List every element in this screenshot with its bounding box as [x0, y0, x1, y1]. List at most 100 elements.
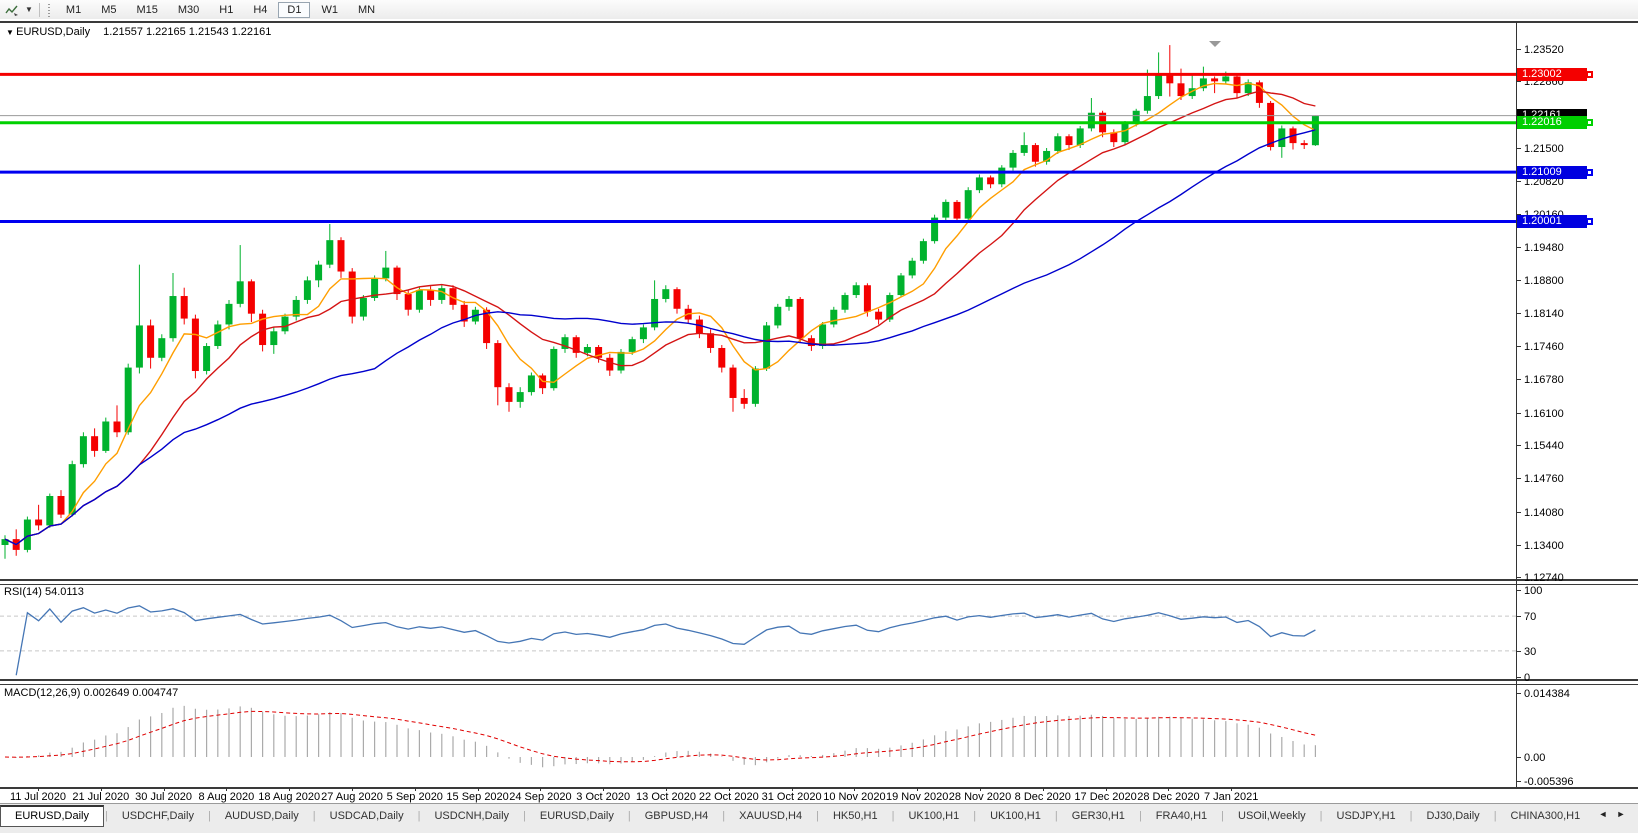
price-axis-tick — [1516, 379, 1521, 381]
price-axis-tick — [1516, 445, 1521, 447]
hline-handle[interactable] — [1586, 217, 1593, 225]
tab-usdchf-daily[interactable]: USDCHF,Daily — [109, 806, 207, 826]
timeframe-button-d1[interactable]: D1 — [278, 1, 311, 18]
timeframe-button-w1[interactable]: W1 — [312, 2, 347, 18]
date-axis-label: 8 Aug 2020 — [198, 791, 255, 803]
tab-ger30-h1[interactable]: GER30,H1 — [1059, 806, 1138, 826]
timeframe-button-m15[interactable]: M15 — [127, 2, 166, 18]
timeframe-button-m30[interactable]: M30 — [169, 2, 208, 18]
price-axis-tick — [1516, 148, 1521, 149]
chart-ohlc-values: 1.21557 1.22165 1.21543 1.22161 — [103, 26, 272, 38]
price-axis-tick — [1516, 81, 1521, 83]
timeframe-button-m1[interactable]: M1 — [57, 2, 90, 18]
trading-terminal-window: ▼ M1 M5 M15 M30 H1 H4 D1 W1 MN ▼ EURUSD,Daily 1.… — [0, 0, 1638, 833]
chart-canvas[interactable] — [0, 0, 1638, 833]
date-axis-label: 15 Sep 2020 — [446, 791, 509, 803]
price-axis-tick — [1516, 280, 1521, 282]
rsi-axis-tick — [1516, 650, 1521, 652]
date-axis-label: 21 Jul 2020 — [72, 791, 130, 803]
panel-separator — [0, 787, 1638, 789]
tab-usdcad-daily[interactable]: USDCAD,Daily — [317, 806, 417, 826]
price-axis-label: 1.19480 — [1524, 242, 1564, 254]
tab-hk50-h1[interactable]: HK50,H1 — [820, 806, 891, 826]
panel-separator — [0, 584, 1638, 585]
price-tag-1.23002: 1.23002 — [1517, 67, 1587, 81]
tab-eurusd-daily[interactable]: EURUSD,Daily — [0, 805, 104, 827]
price-axis-label: 1.23520 — [1524, 44, 1564, 56]
price-axis-tick — [1516, 181, 1521, 183]
rsi-axis-tick — [1516, 677, 1521, 678]
date-axis-label: 5 Sep 2020 — [386, 791, 443, 803]
hline-handle[interactable] — [1586, 70, 1593, 78]
price-axis-border — [1516, 22, 1517, 787]
date-axis-label: 28 Nov 2020 — [948, 791, 1012, 803]
price-axis-tick — [1516, 478, 1521, 480]
tab-eurusd-daily[interactable]: EURUSD,Daily — [527, 806, 627, 826]
macd-axis-label: -0.005396 — [1524, 776, 1574, 788]
tabs-scroll-right-icon[interactable]: ► — [1612, 804, 1630, 824]
price-axis-label: 1.16780 — [1524, 374, 1564, 387]
chart-shift-marker-icon[interactable] — [1209, 41, 1221, 47]
price-axis-label: 1.14080 — [1524, 506, 1564, 519]
tab-uk100-h1[interactable]: UK100,H1 — [977, 806, 1054, 826]
price-axis-label: 1.13400 — [1524, 540, 1564, 552]
tab-dj30-daily[interactable]: DJ30,Daily — [1414, 806, 1493, 826]
macd-axis-tick — [1516, 693, 1521, 694]
tabs-scroll-left-icon[interactable]: ◄ — [1594, 804, 1612, 824]
tab-usoil-weekly[interactable]: USOil,Weekly — [1225, 806, 1319, 826]
tab-china300-h1[interactable]: CHINA300,H1 — [1498, 806, 1594, 826]
chart-tab-bar: EURUSD,Daily | USDCHF,Daily | AUDUSD,Daily | U… — [0, 803, 1638, 833]
tool-dropdown-caret-icon[interactable]: ▼ — [22, 5, 36, 14]
price-axis-tick — [1516, 49, 1521, 50]
rsi-axis-label: 100 — [1524, 585, 1543, 597]
tab-usdcnh-daily[interactable]: USDCNH,Daily — [421, 806, 522, 826]
hline-handle[interactable] — [1586, 168, 1593, 176]
price-axis-label: 1.16100 — [1524, 407, 1564, 420]
tab-gbpusd-h4[interactable]: GBPUSD,H4 — [632, 806, 722, 826]
date-axis-label: 7 Jan 2021 — [1203, 791, 1259, 803]
price-tag-1.20001: 1.20001 — [1517, 214, 1587, 228]
price-axis-tick — [1516, 545, 1521, 546]
rsi-axis-label: 0 — [1524, 672, 1531, 684]
price-axis-tick — [1516, 577, 1521, 579]
toolbar-separator — [38, 2, 40, 17]
rsi-axis-label: 70 — [1524, 611, 1537, 624]
timeframe-button-mn[interactable]: MN — [349, 2, 384, 18]
price-tag-1.22016: 1.22016 — [1517, 116, 1587, 130]
timeframe-button-m5[interactable]: M5 — [92, 2, 125, 18]
macd-axis-tick — [1516, 781, 1521, 782]
chart-window[interactable]: ▼ EURUSD,Daily 1.21557 1.22165 1.21543 1… — [0, 19, 1638, 803]
ma-slow — [4, 129, 1316, 546]
rsi-axis-tick — [1516, 616, 1521, 618]
price-axis-label: 1.14760 — [1524, 473, 1564, 486]
rsi-axis-label: 30 — [1524, 645, 1537, 658]
ma-mid — [4, 90, 1316, 546]
chart-title: ▼ EURUSD,Daily 1.21557 1.22165 1.21543 1… — [6, 26, 271, 38]
toolbar-grip-handle[interactable] — [46, 2, 52, 17]
timeframe-button-h4[interactable]: H4 — [244, 2, 276, 18]
date-axis-label: 31 Oct 2020 — [761, 791, 822, 803]
date-axis-label: 18 Aug 2020 — [258, 791, 321, 803]
chart-symbol-label: EURUSD,Daily — [16, 26, 91, 38]
tab-audusd-daily[interactable]: AUDUSD,Daily — [212, 806, 312, 826]
chart-tabs: EURUSD,Daily | USDCHF,Daily | AUDUSD,Daily | U… — [0, 804, 1594, 828]
date-axis-label: 13 Oct 2020 — [636, 791, 696, 803]
chart-collapse-caret-icon[interactable]: ▼ — [6, 28, 16, 37]
price-axis-tick — [1516, 511, 1521, 513]
panel-separator — [0, 684, 1638, 685]
timeframe-toolbar: ▼ M1 M5 M15 M30 H1 H4 D1 W1 MN — [0, 0, 1638, 20]
price-tag-1.21009: 1.21009 — [1517, 165, 1587, 179]
date-axis-label: 28 Dec 2020 — [1137, 791, 1200, 803]
timeframe-button-h1[interactable]: H1 — [210, 2, 242, 18]
price-axis-label: 1.17460 — [1524, 341, 1564, 354]
hline-handle[interactable] — [1586, 119, 1593, 127]
tab-xauusd-h4[interactable]: XAUUSD,H4 — [726, 806, 815, 826]
tab-fra40-h1[interactable]: FRA40,H1 — [1143, 806, 1220, 826]
date-axis-label: 3 Oct 2020 — [576, 791, 631, 803]
panel-separator — [0, 579, 1638, 581]
line-studies-icon[interactable] — [2, 2, 22, 17]
tab-uk100-h1[interactable]: UK100,H1 — [895, 806, 972, 826]
price-axis-label: 1.18800 — [1524, 275, 1564, 288]
tab-usdjpy-h1[interactable]: USDJPY,H1 — [1324, 806, 1409, 826]
rsi-panel-title: RSI(14) 54.0113 — [4, 586, 84, 598]
